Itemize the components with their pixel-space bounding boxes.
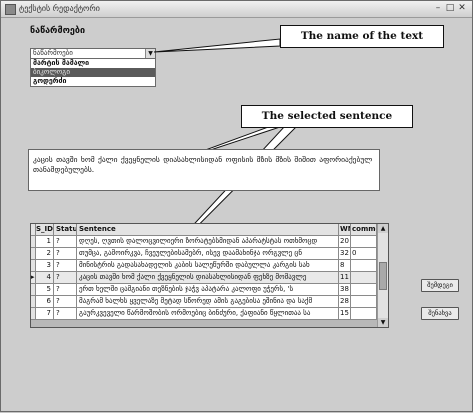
cell-wno[interactable]: 15 [339,308,351,320]
selected-sentence-text: კაცის თავში ხომ ქალი ქვეყნელის დიასახლის… [33,155,373,174]
table-row[interactable]: 6 ? მაგრამ ხალხს ყველაზე მეტად სწორედ ამ… [31,296,377,308]
header-sentence[interactable]: Sentence [77,224,339,236]
cell-status[interactable]: ? [54,248,77,260]
cell-comments[interactable] [351,272,377,284]
cell-status[interactable]: ? [54,272,77,284]
table-row[interactable]: 2 ? თუმცა, გამოირკვა, ჩვეულებისამებრ, ის… [31,248,377,260]
scroll-up-icon[interactable]: ▲ [378,224,388,233]
callout-pointer-text-name [153,38,281,53]
cell-wno[interactable]: 32 [339,248,351,260]
cell-wno[interactable]: 20 [339,236,351,248]
callout-selected-sentence: The selected sentence [241,105,413,128]
scroll-down-icon[interactable]: ▼ [378,318,388,327]
header-status[interactable]: Status [54,224,77,236]
app-window: ტექსტის რედაქტორი – □ ✕ ნაწარმოები ნაწარმო… [0,0,473,412]
cell-sid: 6 [36,296,54,308]
cell-sentence[interactable]: მინისტრის გადასახადელის კაბის სალეწურში … [77,260,339,272]
cell-wno[interactable]: 11 [339,272,351,284]
cell-status[interactable]: ? [54,308,77,320]
cell-sid: 5 [36,284,54,296]
scrollbar-thumb[interactable] [379,262,387,290]
cell-status[interactable]: ? [54,296,77,308]
table-row[interactable]: 1 ? დღეს, ღვთის დალოცვილიერი ზორატებსმიდ… [31,236,377,248]
cell-comments[interactable] [351,260,377,272]
grid-vertical-scrollbar[interactable]: ▲ ▼ [377,224,388,327]
table-row-selected[interactable]: ▸ 4 ? კაცის თავში ხომ ქალი ქვეყნელის დია… [31,272,377,284]
cell-sid: 2 [36,248,54,260]
cell-comments[interactable]: 0 [351,248,377,260]
table-row[interactable]: 5 ? ერთ ხელში ცამგიანი თეზნების ჯაჭვ აპა… [31,284,377,296]
save-button[interactable]: შენახვა [421,307,459,320]
cell-comments[interactable] [351,296,377,308]
cell-wno[interactable]: 38 [339,284,351,296]
grid-header-row: S_ID Status Sentence WNo comments [31,224,377,236]
callout-text-name: The name of the text [280,25,444,48]
callout-pointers [120,38,299,304]
cell-sentence[interactable]: თუმცა, გამოირკვა, ჩვეულებისამებრ, ისევ დ… [77,248,339,260]
header-wno[interactable]: WNo [339,224,351,236]
sentences-grid: S_ID Status Sentence WNo comments 1 ? დღ… [30,223,389,328]
cell-status[interactable]: ? [54,260,77,272]
cell-comments[interactable] [351,308,377,320]
cell-sentence[interactable]: მაგრამ ხალხს ყველაზე მეტად სწორედ ამის გ… [77,296,339,308]
selected-sentence-textbox[interactable]: კაცის თავში ხომ ქალი ქვეყნელის დიასახლის… [28,149,380,191]
cell-sid: 3 [36,260,54,272]
cell-sid: 1 [36,236,54,248]
cell-wno[interactable]: 8 [339,260,351,272]
header-comments[interactable]: comments [351,224,377,236]
cell-comments[interactable] [351,236,377,248]
cell-sid: 4 [36,272,54,284]
next-button[interactable]: შემდეგი [421,279,459,292]
cell-sentence[interactable]: კაცის თავში ხომ ქალი ქვეყნელის დიასახლის… [77,272,339,284]
cell-sentence[interactable]: დღეს, ღვთის დალოცვილიერი ზორატებსმიდან ა… [77,236,339,248]
cell-sid: 7 [36,308,54,320]
header-sid[interactable]: S_ID [36,224,54,236]
table-row[interactable]: 3 ? მინისტრის გადასახადელის კაბის სალეწუ… [31,260,377,272]
cell-wno[interactable]: 28 [339,296,351,308]
cell-comments[interactable] [351,284,377,296]
cell-status[interactable]: ? [54,236,77,248]
cell-sentence[interactable]: ერთ ხელში ცამგიანი თეზნების ჯაჭვ აპატარა… [77,284,339,296]
cell-sentence[interactable]: გაურკვეველი წარმოშობის ორმოებიც ბინძური,… [77,308,339,320]
cell-status[interactable]: ? [54,284,77,296]
table-row[interactable]: 7 ? გაურკვეველი წარმოშობის ორმოებიც ბინძ… [31,308,377,320]
